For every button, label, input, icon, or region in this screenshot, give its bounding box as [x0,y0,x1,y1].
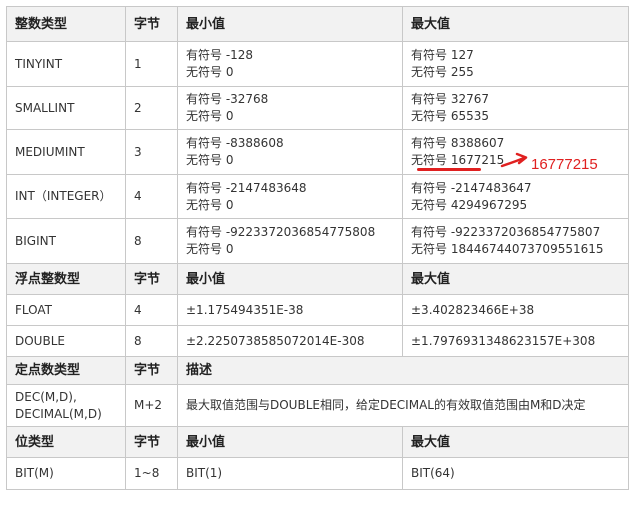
max-cell: 有符号 -9223372036854775807 无符号 18446744073… [402,218,629,264]
max-cell: ±1.7976931348623157E+308 [402,325,629,357]
bytes-cell: 1 [125,41,178,87]
float-header-row: 浮点整数型 字节 最小值 最大值 [6,263,629,295]
header-bytes: 字节 [125,6,178,42]
integer-header-row: 整数类型 字节 最小值 最大值 [6,6,629,42]
table-row: INT（INTEGER） 4 有符号 -2147483648 无符号 0 有符号… [6,174,629,219]
header-type: 定点数类型 [6,356,126,385]
max-cell: BIT(64) [402,457,629,490]
table-row: BIGINT 8 有符号 -9223372036854775808 无符号 0 … [6,218,629,264]
bytes-cell: 1~8 [125,457,178,490]
header-bytes: 字节 [125,426,178,458]
max-signed: 有符号 -2147483647 [411,180,532,195]
max-signed: 有符号 -9223372036854775807 [411,225,601,239]
min-unsigned: 无符号 0 [186,197,234,212]
type-cell: BIGINT [6,218,126,264]
max-signed: 有符号 32767 [411,92,489,106]
min-unsigned: 无符号 0 [186,242,234,256]
max-cell: 有符号 32767 无符号 65535 [402,86,629,130]
type-cell: INT（INTEGER） [6,174,126,219]
min-unsigned: 无符号 0 [186,109,234,123]
header-type: 浮点整数型 [6,263,126,295]
max-cell: 有符号 -2147483647 无符号 4294967295 [402,174,629,219]
min-cell: 有符号 -2147483648 无符号 0 [177,174,403,219]
bytes-cell: 4 [125,294,178,326]
min-cell: ±2.2250738585072014E-308 [177,325,403,357]
table-row: DOUBLE 8 ±2.2250738585072014E-308 ±1.797… [6,325,629,357]
header-max: 最大值 [402,6,629,42]
type-cell: TINYINT [6,41,126,87]
table-row: TINYINT 1 有符号 -128 无符号 0 有符号 127 无符号 255 [6,41,629,87]
bytes-cell: 8 [125,218,178,264]
min-cell: 有符号 -9223372036854775808 无符号 0 [177,218,403,264]
header-max: 最大值 [402,426,629,458]
max-unsigned: 无符号 4294967295 [411,197,528,212]
bytes-cell: 3 [125,129,178,175]
min-signed: 有符号 -2147483648 [186,180,307,195]
header-min: 最小值 [177,6,403,42]
max-signed: 有符号 127 [411,48,474,62]
bit-header-row: 位类型 字节 最小值 最大值 [6,426,629,458]
header-min: 最小值 [177,426,403,458]
header-bytes: 字节 [125,263,178,295]
min-cell: 有符号 -128 无符号 0 [177,41,403,87]
min-unsigned: 无符号 0 [186,153,234,167]
min-unsigned: 无符号 0 [186,65,234,79]
annotation-underline [417,168,481,171]
table-row: FLOAT 4 ±1.175494351E-38 ±3.402823466E+3… [6,294,629,326]
max-unsigned: 无符号 255 [411,65,474,79]
annotation-arrow-icon [500,152,528,168]
type-cell: MEDIUMINT [6,129,126,175]
header-max: 最大值 [402,263,629,295]
fixed-header-row: 定点数类型 字节 描述 [6,356,629,385]
type-cell: SMALLINT [6,86,126,130]
bytes-cell: M+2 [125,384,178,427]
min-cell: 有符号 -32768 无符号 0 [177,86,403,130]
min-signed: 有符号 -32768 [186,92,269,106]
bytes-cell: 2 [125,86,178,130]
min-cell: BIT(1) [177,457,403,490]
min-cell: 有符号 -8388608 无符号 0 [177,129,403,175]
type-decimal: DECIMAL(M,D) [15,406,102,421]
table-row: BIT(M) 1~8 BIT(1) BIT(64) [6,457,629,490]
max-cell: ±3.402823466E+38 [402,294,629,326]
min-cell: ±1.175494351E-38 [177,294,403,326]
type-cell: BIT(M) [6,457,126,490]
mysql-numeric-types-table: 整数类型 字节 最小值 最大值 TINYINT 1 有符号 -128 无符号 0… [6,6,629,490]
type-cell: FLOAT [6,294,126,326]
header-type: 整数类型 [6,6,126,42]
type-cell: DEC(M,D), DECIMAL(M,D) [6,384,126,427]
header-type: 位类型 [6,426,126,458]
annotation-text: 16777215 [531,156,598,173]
min-signed: 有符号 -8388608 [186,136,284,150]
table-row: DEC(M,D), DECIMAL(M,D) M+2 最大取值范围与DOUBLE… [6,384,629,427]
bytes-cell: 8 [125,325,178,357]
min-signed: 有符号 -128 [186,48,254,62]
type-dec: DEC(M,D), [15,389,77,404]
bytes-cell: 4 [125,174,178,219]
header-min: 最小值 [177,263,403,295]
desc-cell: 最大取值范围与DOUBLE相同，给定DECIMAL的有效取值范围由M和D决定 [177,384,629,427]
max-unsigned: 无符号 18446744073709551615 [411,242,604,256]
header-desc: 描述 [177,356,629,385]
header-bytes: 字节 [125,356,178,385]
max-cell: 有符号 127 无符号 255 [402,41,629,87]
table-row: SMALLINT 2 有符号 -32768 无符号 0 有符号 32767 无符… [6,86,629,130]
type-cell: DOUBLE [6,325,126,357]
max-unsigned: 无符号 65535 [411,109,489,123]
min-signed: 有符号 -9223372036854775808 [186,225,376,239]
